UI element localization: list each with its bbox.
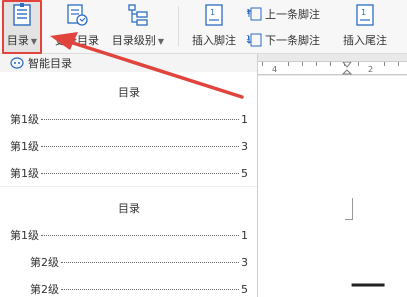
toc-level-icon: [125, 2, 151, 28]
insert-endnote-label: 插入尾注: [343, 34, 387, 47]
insert-footnote-label: 插入脚注: [192, 34, 236, 47]
next-footnote-button[interactable]: 1 下一条脚注: [245, 31, 320, 49]
toc-style-title: 目录: [118, 86, 140, 99]
prev-footnote-button[interactable]: 1 上一条脚注: [245, 5, 320, 23]
ruler-mark: [330, 62, 331, 66]
toc-button[interactable]: 目录 ▼: [2, 0, 42, 54]
toc-entry-text: 第1级: [10, 167, 39, 180]
toc-entry[interactable]: 第1级 1: [10, 227, 248, 243]
smart-toc-label: 智能目录: [28, 57, 72, 70]
ruler-mark: [384, 62, 385, 66]
toc-icon: [9, 2, 35, 28]
svg-text:1: 1: [361, 8, 366, 17]
ruler-mark: [302, 62, 303, 66]
toc-entry-page: 5: [241, 167, 248, 180]
toc-entry[interactable]: 第2级 3: [30, 254, 248, 270]
svg-text:1: 1: [246, 34, 250, 42]
chevron-down-icon: ▼: [30, 37, 38, 46]
toc-entry[interactable]: 第1级 5: [10, 165, 248, 181]
toc-entry[interactable]: 第1级 1: [10, 111, 248, 127]
prev-footnote-label: 上一条脚注: [265, 8, 320, 21]
toc-entry-page: 1: [241, 113, 248, 126]
ruler-mark: [358, 62, 359, 66]
ruler-mark: [288, 62, 289, 66]
ruler-mark: [398, 62, 399, 66]
toc-entry-page: 1: [241, 229, 248, 242]
toc-entry[interactable]: 第1级 3: [10, 138, 248, 154]
ruler-mark: [316, 62, 317, 66]
insert-footnote-icon: 1: [201, 2, 227, 28]
toc-entry-text: 第1级: [10, 140, 39, 153]
page-margin-corner: [345, 198, 353, 220]
toc-level-button[interactable]: 目录级别 ▼: [106, 2, 170, 52]
insert-endnote-icon: 1: [352, 2, 378, 28]
update-toc-icon: [64, 2, 90, 28]
references-ribbon: 目录 ▼ 更新目录 目录级别 ▼ 1 插入脚注 1 上一条脚注 1 下一条脚注 …: [0, 0, 407, 54]
insert-endnote-button[interactable]: 1 插入尾注: [337, 2, 393, 52]
toc-entry-page: 3: [241, 140, 248, 153]
toc-label: 目录: [6, 34, 29, 47]
smart-toc-item[interactable]: 智能目录: [0, 54, 257, 72]
indent-marker-icon[interactable]: [342, 62, 352, 76]
toc-entry-text: 第1级: [10, 113, 39, 126]
document-area: 4 2 一: [258, 54, 407, 297]
smart-toc-icon: [10, 57, 24, 69]
toc-entry-text: 第1级: [10, 229, 39, 242]
update-toc-label: 更新目录: [55, 34, 99, 47]
document-page[interactable]: 一: [258, 76, 407, 297]
svg-text:1: 1: [210, 8, 215, 17]
insert-footnote-button[interactable]: 1 插入脚注: [186, 2, 242, 52]
next-footnote-label: 下一条脚注: [265, 34, 320, 47]
toc-entry-text: 第2级: [30, 256, 59, 269]
heading-text: 一: [350, 267, 387, 297]
update-toc-button[interactable]: 更新目录: [50, 2, 104, 52]
toc-entry-page: 5: [241, 283, 248, 296]
toc-level-label: 目录级别: [111, 34, 156, 47]
ruler-label: 4: [272, 65, 278, 74]
toc-entry[interactable]: 第2级 5: [30, 281, 248, 297]
ruler-mark: [262, 62, 263, 66]
ruler-label: 2: [368, 65, 374, 74]
toc-style-title: 目录: [118, 202, 140, 215]
prev-footnote-icon: 1: [245, 6, 263, 22]
toc-entry-text: 第2级: [30, 283, 59, 296]
toc-dropdown: 智能目录 目录 第1级 1 第1级 3 第1级 5 目录 第1级 1 第2级 3 第2级 5: [0, 54, 258, 297]
horizontal-ruler[interactable]: 4 2: [258, 61, 407, 75]
toc-entry-page: 3: [241, 256, 248, 269]
next-footnote-icon: 1: [245, 32, 263, 48]
ribbon-separator: [178, 6, 179, 46]
chevron-down-icon: ▼: [157, 37, 165, 46]
section-divider: [0, 186, 257, 187]
svg-text:1: 1: [246, 8, 250, 16]
